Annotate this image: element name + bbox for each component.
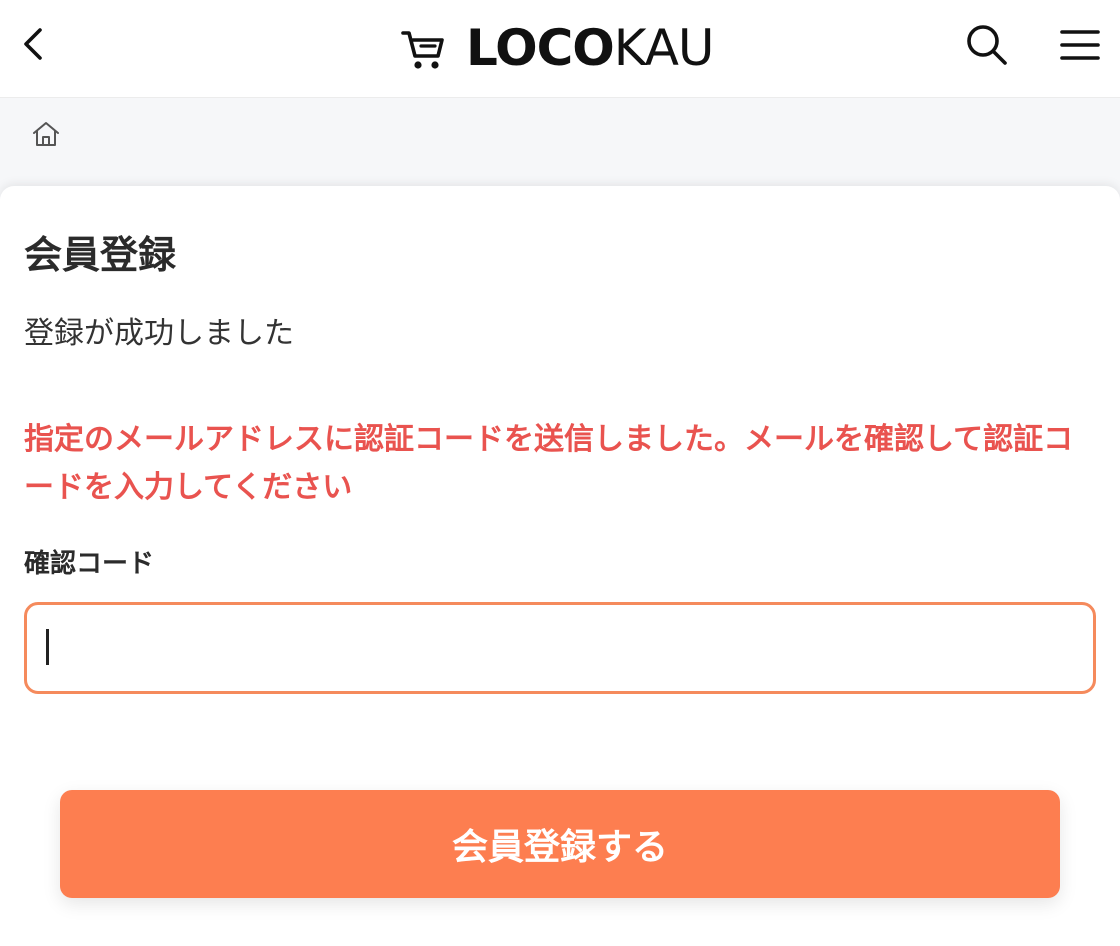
register-button[interactable]: 会員登録する — [60, 790, 1060, 898]
verification-code-input[interactable] — [24, 602, 1096, 694]
breadcrumb-home[interactable] — [30, 118, 62, 150]
brand-name-bold: LOCO — [466, 19, 615, 77]
success-message: 登録が成功しました — [24, 316, 294, 351]
verification-code-label: 確認コード — [24, 549, 155, 579]
page-title: 会員登録 — [24, 233, 177, 277]
app-header: LOCOKAU — [0, 0, 1120, 98]
menu-button[interactable] — [1058, 22, 1102, 66]
brand-logo[interactable]: LOCOKAU — [400, 19, 715, 77]
search-button[interactable] — [964, 22, 1010, 68]
search-icon — [967, 25, 1007, 65]
hamburger-menu-icon — [1060, 30, 1100, 60]
cart-icon — [401, 31, 444, 69]
home-icon — [33, 122, 59, 146]
text-caret — [46, 629, 49, 665]
back-button[interactable] — [14, 22, 58, 66]
brand-name-light: KAU — [613, 19, 715, 77]
chevron-left-icon — [24, 28, 42, 60]
brand-name: LOCOKAU — [466, 19, 715, 77]
registration-card: 会員登録 登録が成功しました 指定のメールアドレスに認証コードを送信しました。メ… — [0, 186, 1120, 946]
verification-notice: 指定のメールアドレスに認証コードを送信しました。メールを確認して認証コードを入力… — [24, 422, 1074, 505]
